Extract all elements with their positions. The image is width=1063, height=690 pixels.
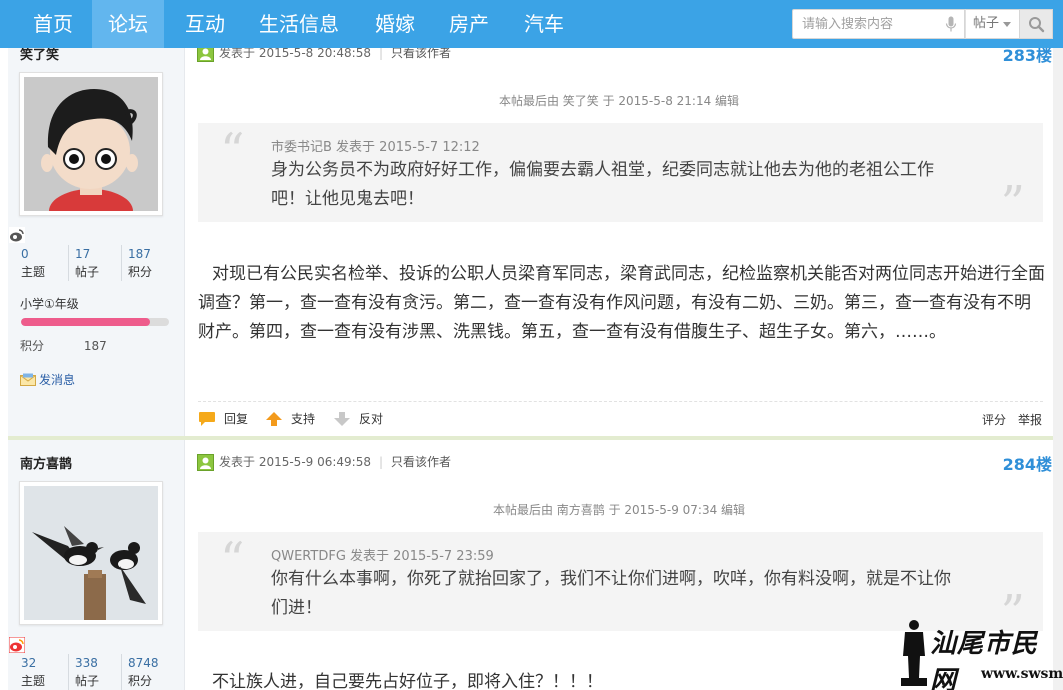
post2-floor-number[interactable]: 284楼	[982, 451, 1052, 475]
stat-posts[interactable]: 17 帖子	[68, 245, 118, 281]
oppose-button[interactable]: 反对	[333, 410, 383, 427]
open-quote-icon: “	[220, 532, 245, 588]
stat-label: 积分	[128, 674, 153, 688]
nav-item-realestate[interactable]: 房产	[434, 0, 504, 48]
stat-value: 187	[128, 247, 151, 261]
separator: |	[379, 46, 384, 60]
nav-item-forum[interactable]: 论坛	[92, 0, 164, 48]
separator: |	[379, 455, 384, 469]
post2-meta: 发表于 2015-5-9 06:49:58 | 只看该作者	[219, 453, 451, 470]
post2-edit-note: 本帖最后由 南方喜鹊 于 2015-5-9 07:34 编辑	[492, 503, 746, 517]
stat-label: 主题	[21, 674, 46, 688]
close-quote-icon: ”	[1000, 176, 1025, 232]
post1-user-level[interactable]: 小学①年级	[20, 295, 79, 312]
post1-avatar[interactable]	[19, 72, 163, 216]
stat-label: 主题	[21, 265, 46, 279]
stat-topics[interactable]: 0 主题	[21, 245, 71, 281]
report-button[interactable]: 举报	[1018, 411, 1042, 428]
level-progress-fill	[21, 318, 150, 326]
site-watermark: 汕尾市民网 www.swsm.net	[893, 615, 1063, 690]
quote-text: 你有什么本事啊，你死了就抬回家了，我们不让你们进啊，吹咩，你有料没啊，就是不让你…	[271, 569, 951, 618]
quote-author: QWERTDFG 发表于 2015-5-7 23:59	[271, 549, 494, 564]
open-quote-icon: “	[220, 123, 245, 179]
reply-button[interactable]: 回复	[198, 410, 248, 427]
top-nav: 首页 论坛 互动 生活信息 婚嫁 房产 汽车 帖子	[0, 0, 1063, 48]
envelope-icon	[20, 373, 36, 386]
stat-label: 帖子	[75, 674, 100, 688]
post1-score-row: 积分 187	[20, 337, 107, 354]
arrow-down-icon	[334, 412, 350, 426]
only-view-author-link[interactable]: 只看该作者	[391, 455, 451, 469]
weibo-icon[interactable]	[9, 637, 25, 653]
online-user-icon	[197, 454, 214, 471]
post1-user-stats: 0 主题 17 帖子 187 积分	[21, 245, 171, 281]
quote-text: 身为公务员不为政府好好工作，偏偏要去霸人祖堂，纪委同志就让他去为他的老祖公工作吧…	[271, 160, 934, 209]
post-time: 发表于 2015-5-9 06:49:58	[219, 455, 371, 469]
cartoon-avatar-image	[24, 77, 158, 211]
post-separator	[8, 436, 1053, 440]
stat-topics[interactable]: 32 主题	[21, 654, 71, 690]
post-time: 发表于 2015-5-8 20:48:58	[219, 46, 371, 60]
search-type-label: 帖子	[973, 16, 1000, 31]
scrollbar[interactable]	[1053, 48, 1063, 690]
search-box	[792, 9, 965, 39]
support-label: 支持	[291, 412, 316, 426]
stat-points[interactable]: 8748 积分	[121, 654, 171, 690]
post1-level-progress	[21, 318, 169, 326]
rate-button[interactable]: 评分	[982, 411, 1006, 428]
quote-author: 市委书记B 发表于 2015-5-7 12:12	[271, 140, 480, 155]
reply-bubble-icon	[199, 412, 215, 426]
reply-label: 回复	[224, 412, 249, 426]
only-view-author-link[interactable]: 只看该作者	[391, 46, 451, 60]
post2-username[interactable]: 南方喜鹊	[20, 453, 72, 472]
stat-value: 338	[75, 656, 98, 670]
post1-actions: 回复 支持 反对 评分 举报	[198, 401, 1043, 433]
search-icon	[1029, 17, 1045, 33]
stat-value: 32	[21, 656, 37, 670]
nav-item-interact[interactable]: 互动	[170, 0, 240, 48]
stat-label: 帖子	[75, 265, 100, 279]
search-type-select[interactable]: 帖子	[965, 9, 1020, 39]
magpie-avatar-image	[24, 486, 158, 620]
support-button[interactable]: 支持	[265, 410, 315, 427]
post1-body: 对现已有公民实名检举、投诉的公职人员梁育军同志，梁育武同志，纪检监察机关能否对两…	[198, 264, 1045, 342]
search-input[interactable]	[793, 10, 943, 38]
post2-user-stats: 32 主题 338 帖子 8748 积分	[21, 654, 171, 690]
send-message-label: 发消息	[39, 373, 76, 387]
stat-value: 0	[21, 247, 29, 261]
send-message-link[interactable]: 发消息	[20, 371, 75, 388]
post1-edit-note: 本帖最后由 笑了笑 于 2015-5-8 21:14 编辑	[498, 94, 740, 108]
stat-value: 17	[75, 247, 91, 261]
post2-avatar[interactable]	[19, 481, 163, 625]
oppose-label: 反对	[359, 412, 384, 426]
nav-item-life-info[interactable]: 生活信息	[248, 0, 350, 48]
nav-item-wedding[interactable]: 婚嫁	[360, 0, 430, 48]
post1-quote: “ 市委书记B 发表于 2015-5-7 12:12 身为公务员不为政府好好工作…	[198, 123, 1043, 228]
stat-posts[interactable]: 338 帖子	[68, 654, 118, 690]
watermark-url: www.swsm.net	[981, 666, 1063, 682]
stat-label: 积分	[128, 265, 153, 279]
nav-item-cars[interactable]: 汽车	[509, 0, 579, 48]
post2-body: 不让族人进，自己要先占好位子，即将入住？！！！	[212, 672, 603, 690]
search-button[interactable]	[1020, 9, 1053, 39]
statue-silhouette-icon	[901, 620, 927, 686]
score-value: 187	[83, 339, 107, 353]
nav-item-home[interactable]: 首页	[18, 0, 88, 48]
score-label: 积分	[20, 339, 45, 353]
arrow-up-icon	[266, 412, 282, 426]
stat-value: 8748	[128, 656, 159, 670]
stat-points[interactable]: 187 积分	[121, 245, 171, 281]
microphone-icon[interactable]	[945, 16, 957, 33]
weibo-icon[interactable]	[9, 227, 25, 243]
chevron-down-icon	[1003, 22, 1011, 27]
